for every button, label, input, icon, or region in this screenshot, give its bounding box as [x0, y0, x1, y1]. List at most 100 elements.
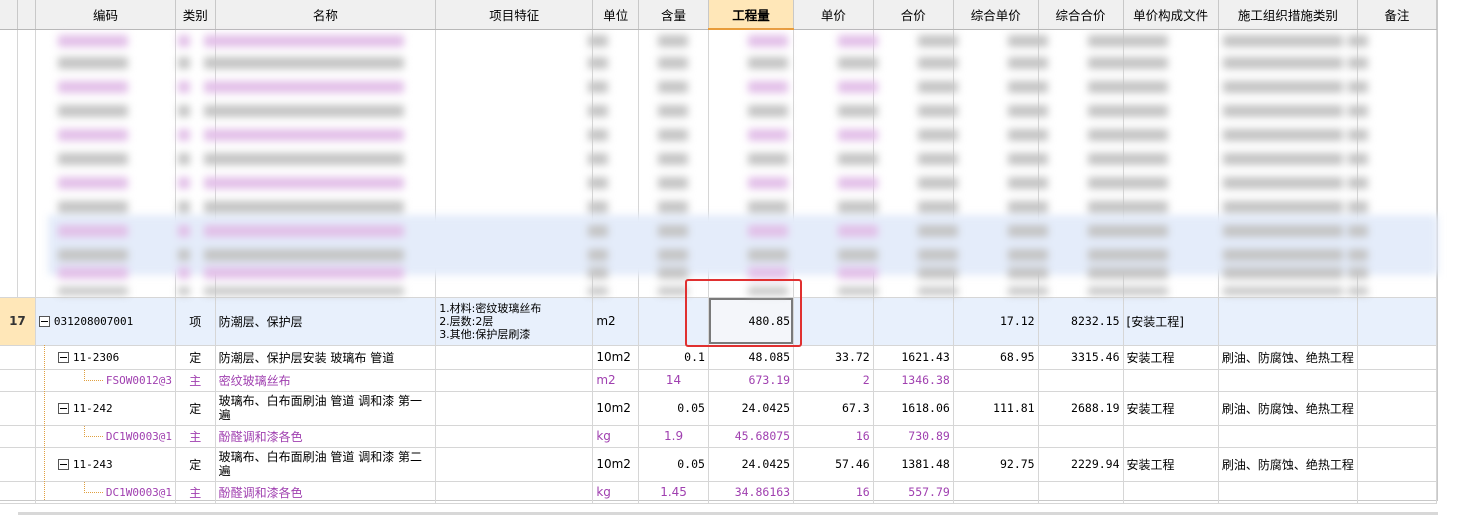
header-total-price[interactable]: 合价 — [873, 0, 954, 30]
sub-remark[interactable] — [1357, 425, 1438, 448]
sub-measure-category[interactable]: 刷油、防腐蚀、绝热工程 — [1218, 447, 1358, 482]
sub-type[interactable]: 主 — [175, 481, 216, 504]
sub-measure-category[interactable] — [1218, 369, 1358, 392]
header-price-file[interactable]: 单价构成文件 — [1123, 0, 1219, 30]
sub-quantity[interactable]: 24.0425 — [708, 447, 795, 482]
item-unit-price[interactable] — [793, 297, 874, 346]
sub-measure-category[interactable]: 刷油、防腐蚀、绝热工程 — [1218, 391, 1358, 426]
sub-unit-price[interactable]: 16 — [793, 481, 874, 504]
item-content[interactable] — [638, 297, 709, 346]
sub-features[interactable] — [435, 369, 594, 392]
item-name[interactable]: 防潮层、保护层 — [215, 297, 437, 346]
sub-code-cell[interactable]: 11-242 — [35, 391, 177, 426]
header-unit-price[interactable]: 单价 — [793, 0, 874, 30]
item-total-price[interactable] — [873, 297, 954, 346]
item-remark[interactable] — [1357, 297, 1438, 346]
sub-total-price[interactable]: 1618.06 — [873, 391, 954, 426]
sub-composite-unit-price[interactable] — [953, 369, 1039, 392]
sub-composite-unit-price[interactable] — [953, 425, 1039, 448]
header-expander[interactable] — [17, 0, 36, 30]
sub-quantity[interactable]: 45.68075 — [708, 425, 795, 448]
sub-type[interactable]: 定 — [175, 345, 216, 370]
collapse-icon[interactable] — [38, 316, 50, 327]
header-features[interactable]: 项目特征 — [435, 0, 594, 30]
sub-price-file[interactable] — [1123, 425, 1219, 448]
sub-composite-unit-price[interactable]: 111.81 — [953, 391, 1039, 426]
table-row[interactable]: 11-242 定 玻璃布、白布面刷油 管道 调和漆 第一遍 10m2 0.05 … — [0, 391, 1438, 426]
table-row[interactable]: FSOW0012@3 主 密纹玻璃丝布 m2 14 673.19 2 1346.… — [0, 369, 1438, 392]
sub-unit[interactable]: kg — [592, 481, 640, 504]
header-composite-unit-price[interactable]: 综合单价 — [953, 0, 1039, 30]
sub-unit-price[interactable]: 16 — [793, 425, 874, 448]
sub-price-file[interactable]: 安装工程 — [1123, 447, 1219, 482]
sub-type[interactable]: 定 — [175, 391, 216, 426]
sub-composite-total[interactable]: 2688.19 — [1038, 391, 1124, 426]
sub-unit[interactable]: m2 — [592, 369, 640, 392]
horizontal-scrollbar[interactable] — [18, 512, 1438, 515]
item-composite-unit-price[interactable]: 17.12 — [953, 297, 1039, 346]
sub-total-price[interactable]: 1621.43 — [873, 345, 954, 370]
sub-unit-price[interactable]: 33.72 — [793, 345, 874, 370]
header-type[interactable]: 类别 — [175, 0, 216, 30]
sub-measure-category[interactable] — [1218, 425, 1358, 448]
table-row[interactable]: 11-243 定 玻璃布、白布面刷油 管道 调和漆 第二遍 10m2 0.05 … — [0, 447, 1438, 482]
sub-composite-total[interactable] — [1038, 481, 1124, 504]
item-unit[interactable]: m2 — [592, 297, 640, 346]
sub-quantity[interactable]: 48.085 — [708, 345, 795, 370]
sub-composite-unit-price[interactable]: 92.75 — [953, 447, 1039, 482]
header-code[interactable]: 编码 — [35, 0, 177, 30]
item-type[interactable]: 项 — [175, 297, 216, 346]
sub-code-cell[interactable]: 11-243 — [35, 447, 177, 482]
sub-code-cell[interactable]: DC1W0003@1 — [35, 425, 177, 448]
table-row-main-item[interactable]: 17 031208007001 项 防潮层、保护层 1.材料:密纹玻璃丝布 2.层… — [0, 297, 1438, 346]
sub-total-price[interactable]: 1346.38 — [873, 369, 954, 392]
sub-remark[interactable] — [1357, 481, 1438, 504]
sub-composite-total[interactable]: 3315.46 — [1038, 345, 1124, 370]
sub-features[interactable] — [435, 447, 594, 482]
sub-unit[interactable]: 10m2 — [592, 345, 640, 370]
sub-type[interactable]: 主 — [175, 425, 216, 448]
sub-unit-price[interactable]: 57.46 — [793, 447, 874, 482]
item-measure-category[interactable] — [1218, 297, 1358, 346]
sub-content[interactable]: 1.9 — [638, 425, 709, 448]
sub-remark[interactable] — [1357, 391, 1438, 426]
sub-name[interactable]: 玻璃布、白布面刷油 管道 调和漆 第一遍 — [215, 391, 437, 426]
sub-price-file[interactable] — [1123, 369, 1219, 392]
sub-unit[interactable]: 10m2 — [592, 391, 640, 426]
sub-measure-category[interactable]: 刷油、防腐蚀、绝热工程 — [1218, 345, 1358, 370]
collapse-icon[interactable] — [57, 459, 69, 470]
sub-composite-total[interactable] — [1038, 369, 1124, 392]
sub-name[interactable]: 防潮层、保护层安装 玻璃布 管道 — [215, 345, 437, 370]
sub-unit-price[interactable]: 2 — [793, 369, 874, 392]
sub-features[interactable] — [435, 425, 594, 448]
sub-name[interactable]: 玻璃布、白布面刷油 管道 调和漆 第二遍 — [215, 447, 437, 482]
item-price-file[interactable]: [安装工程] — [1123, 297, 1219, 346]
sub-code-cell[interactable]: 11-2306 — [35, 345, 177, 370]
sub-type[interactable]: 定 — [175, 447, 216, 482]
table-row[interactable]: 11-2306 定 防潮层、保护层安装 玻璃布 管道 10m2 0.1 48.0… — [0, 345, 1438, 370]
header-composite-total[interactable]: 综合合价 — [1038, 0, 1124, 30]
sub-composite-unit-price[interactable] — [953, 481, 1039, 504]
sub-total-price[interactable]: 730.89 — [873, 425, 954, 448]
item-features[interactable]: 1.材料:密纹玻璃丝布 2.层数:2层 3.其他:保护层刷漆 — [435, 297, 594, 346]
sub-price-file[interactable]: 安装工程 — [1123, 391, 1219, 426]
item-composite-total[interactable]: 8232.15 — [1038, 297, 1124, 346]
sub-measure-category[interactable] — [1218, 481, 1358, 504]
header-name[interactable]: 名称 — [215, 0, 437, 30]
sub-unit[interactable]: kg — [592, 425, 640, 448]
collapse-icon[interactable] — [57, 403, 69, 414]
sub-composite-unit-price[interactable]: 68.95 — [953, 345, 1039, 370]
item-quantity[interactable]: 480.85 — [708, 297, 795, 346]
item-code-cell[interactable]: 031208007001 — [35, 297, 177, 346]
sub-content[interactable]: 0.05 — [638, 447, 709, 482]
sub-features[interactable] — [435, 391, 594, 426]
sub-composite-total[interactable] — [1038, 425, 1124, 448]
sub-remark[interactable] — [1357, 369, 1438, 392]
sub-type[interactable]: 主 — [175, 369, 216, 392]
table-row[interactable]: DC1W0003@1 主 酚醛调和漆各色 kg 1.9 45.68075 16 … — [0, 425, 1438, 448]
sub-total-price[interactable]: 1381.48 — [873, 447, 954, 482]
sub-quantity[interactable]: 34.86163 — [708, 481, 795, 504]
sub-code-cell[interactable]: FSOW0012@3 — [35, 369, 177, 392]
sub-content[interactable]: 14 — [638, 369, 709, 392]
sub-content[interactable]: 1.45 — [638, 481, 709, 504]
